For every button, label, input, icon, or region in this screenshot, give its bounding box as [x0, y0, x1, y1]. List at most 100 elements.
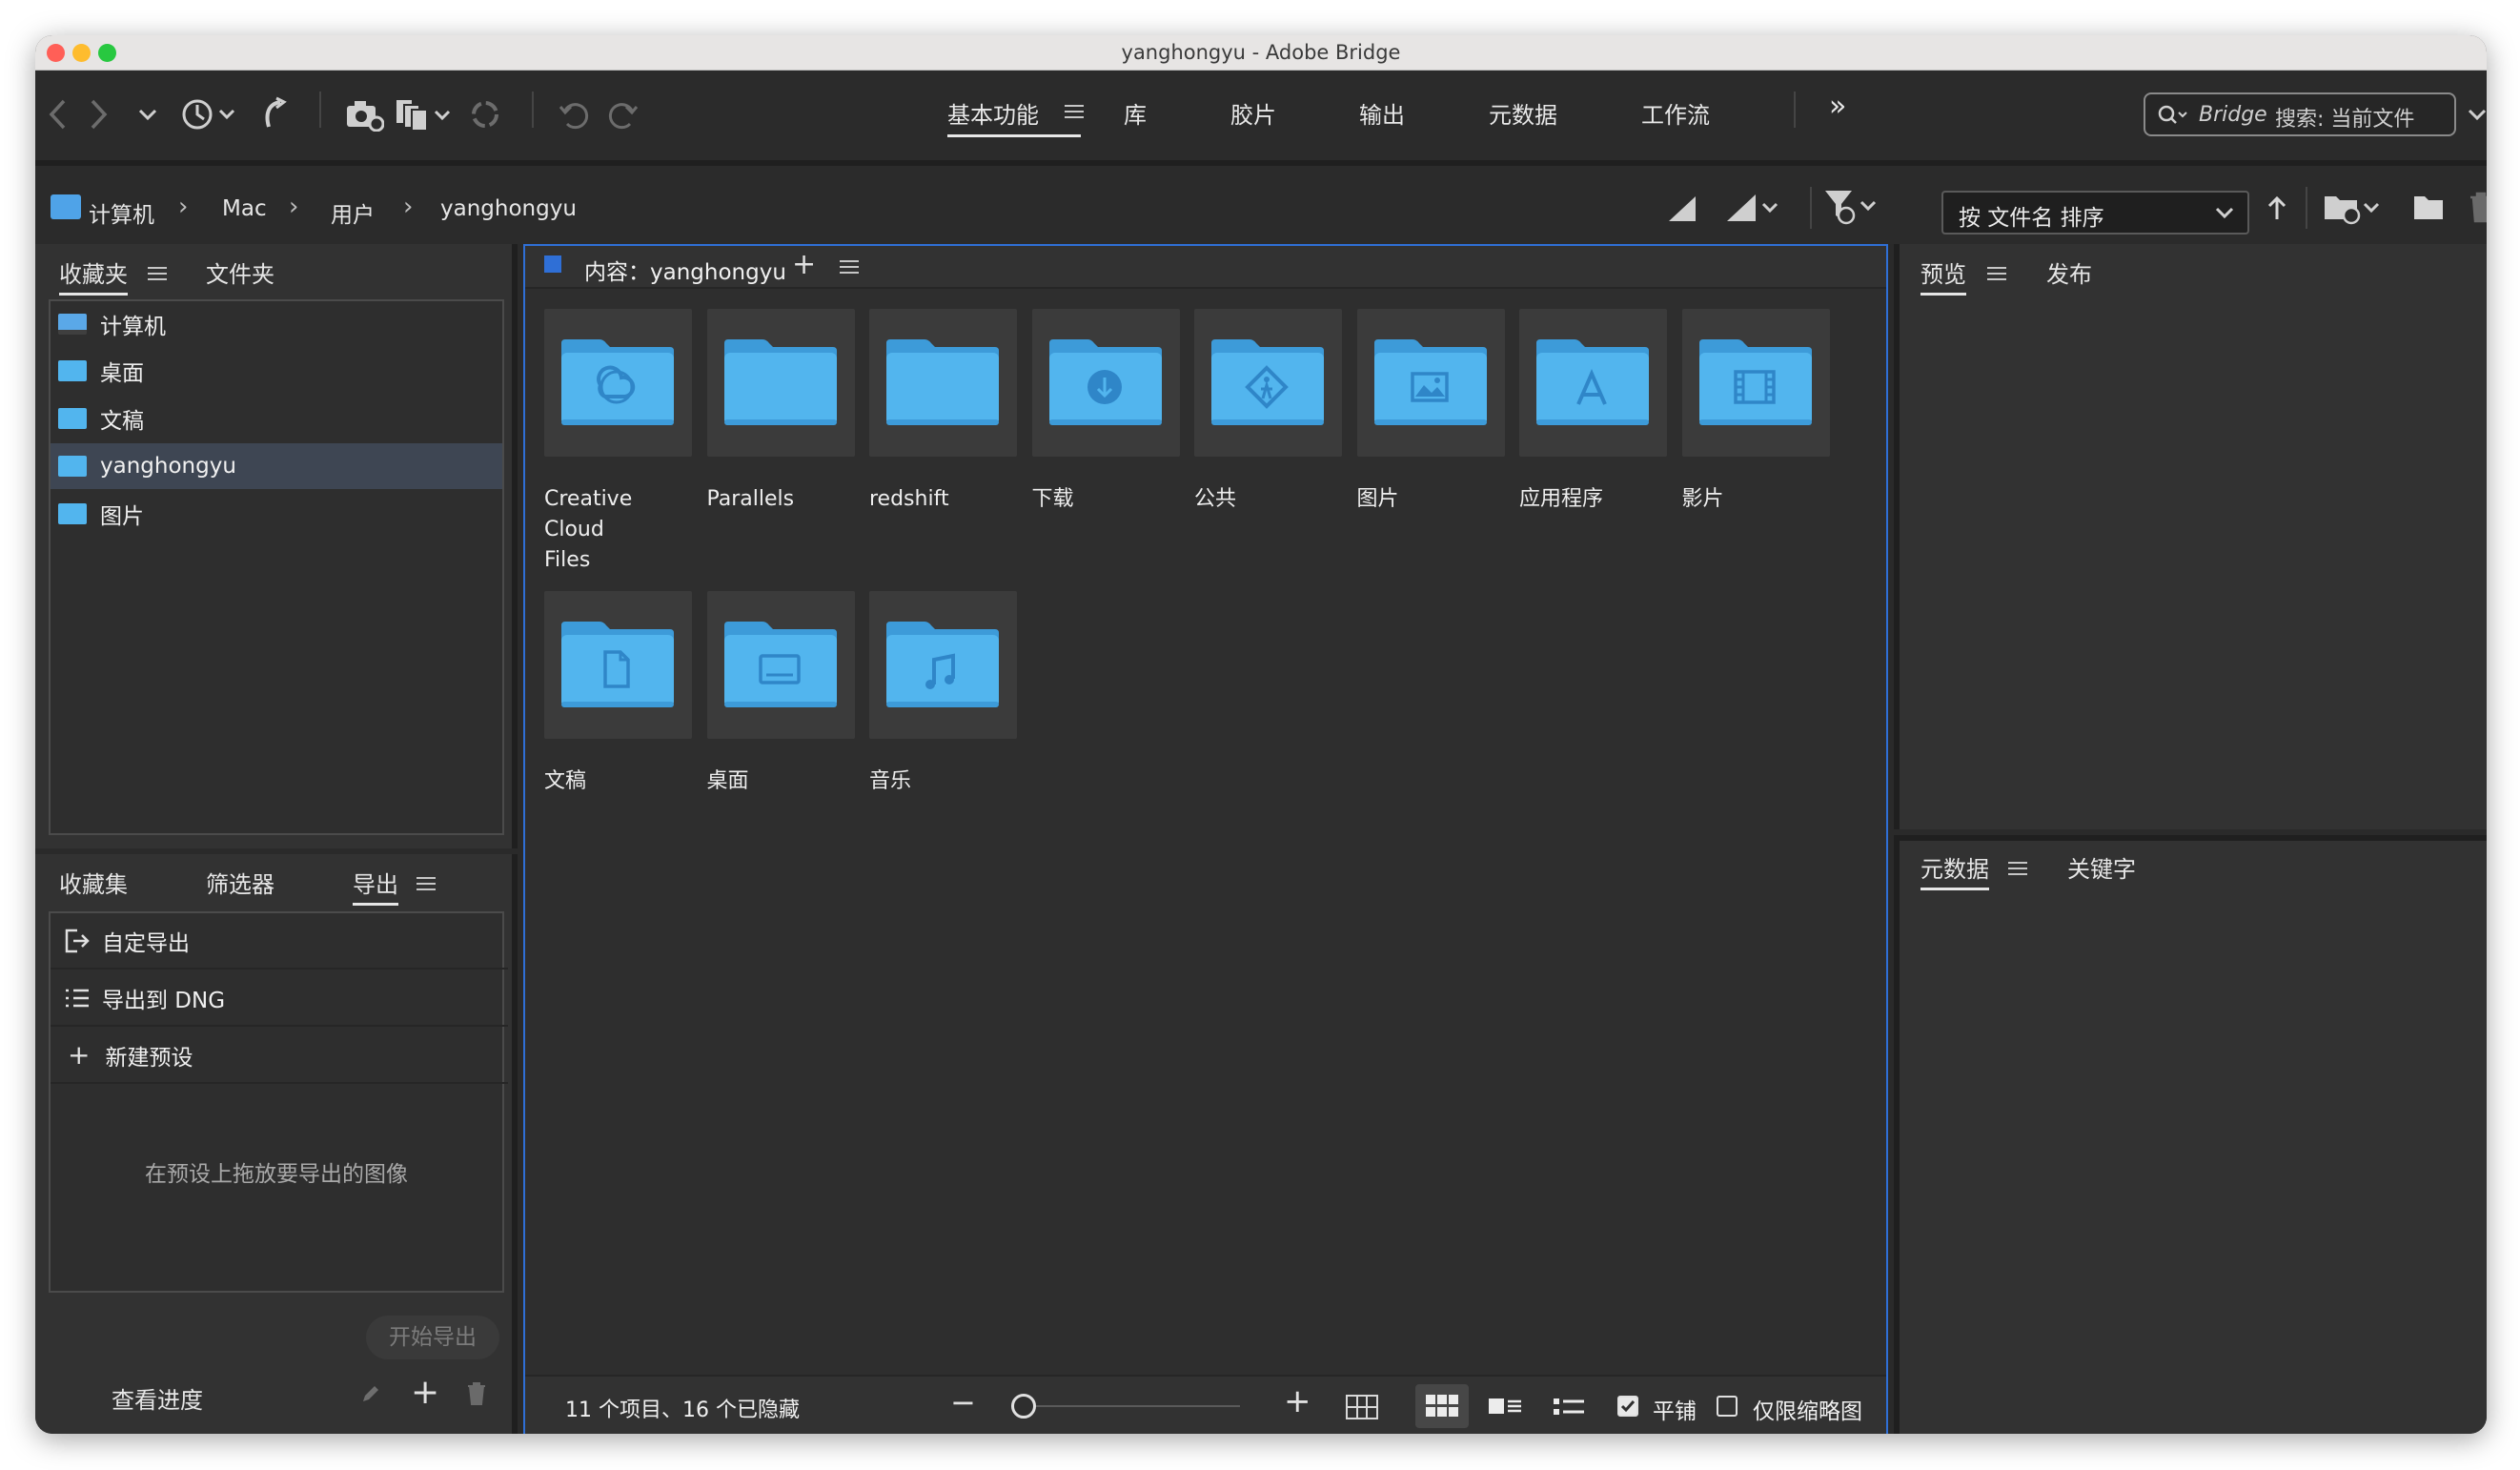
add-tab-plus-icon[interactable]: +	[792, 248, 816, 281]
tab-export[interactable]: 导出	[353, 866, 398, 906]
tab-publish[interactable]: 发布	[2046, 255, 2092, 289]
export-icon	[65, 929, 90, 952]
open-recent-folder-icon[interactable]	[2323, 191, 2386, 225]
sort-by-rating-icon[interactable]	[1725, 193, 1784, 223]
thumbnail-size-slider[interactable]	[1011, 1405, 1240, 1407]
search-placeholder-scope: 搜索: 当前文件	[2275, 108, 2415, 132]
quality-icon[interactable]	[1667, 194, 1699, 223]
rotate-right-icon[interactable]	[603, 92, 641, 137]
thumbnail-size-slider-knob[interactable]	[1011, 1394, 1036, 1419]
workspace-menu-icon[interactable]	[1065, 105, 1084, 118]
downloads-folder-icon	[1048, 339, 1162, 425]
breadcrumb-chevron-icon: ›	[178, 193, 189, 221]
tab-keywords[interactable]: 关键字	[2067, 850, 2136, 884]
folder-tile-label: 文稿	[544, 766, 697, 797]
sort-dropdown[interactable]: 按 文件名 排序	[1941, 191, 2249, 235]
folder-name-line: 应用程序	[1519, 487, 1604, 511]
recent-files-icon[interactable]	[178, 92, 237, 137]
more-workspaces-button[interactable]: »	[1829, 90, 1846, 123]
bridge-search-field[interactable]: Bridge 搜索: 当前文件	[2144, 92, 2456, 136]
export-item-label: 自定导出	[102, 930, 190, 956]
favorite-item-documents[interactable]: 文稿	[51, 396, 508, 441]
breadcrumb-mac[interactable]: Mac	[222, 196, 267, 221]
delete-trash-icon[interactable]	[2468, 191, 2487, 223]
zoom-out-minus-icon[interactable]: −	[950, 1384, 976, 1420]
zoom-in-plus-icon[interactable]: +	[1284, 1382, 1311, 1420]
export-item-new-preset[interactable]: + 新建预设	[51, 1028, 508, 1084]
tab-collections[interactable]: 收藏集	[59, 866, 128, 899]
breadcrumb-current-folder[interactable]: yanghongyu	[440, 196, 577, 221]
checkmark-icon	[1620, 1400, 1636, 1413]
thumbnails-only-checkbox[interactable]	[1717, 1396, 1738, 1417]
metadata-panel: 元数据 关键字	[1894, 835, 2487, 1434]
folder-tile[interactable]	[1519, 309, 1667, 457]
workspace-tab-essentials[interactable]: 基本功能	[947, 96, 1039, 130]
folder-tile[interactable]	[706, 309, 855, 457]
workspace-tab-metadata[interactable]: 元数据	[1489, 96, 1557, 130]
folder-name-line: redshift	[869, 487, 949, 511]
folder-tile[interactable]	[706, 591, 855, 739]
folder-tile[interactable]	[1031, 309, 1180, 457]
folder-tile[interactable]	[544, 591, 692, 739]
toolbar-divider	[532, 92, 534, 128]
panel-menu-icon[interactable]	[1987, 267, 2006, 280]
folder-tile[interactable]	[1356, 309, 1505, 457]
breadcrumb-computer[interactable]: 计算机	[89, 196, 154, 229]
export-item-dng[interactable]: 导出到 DNG	[51, 970, 508, 1027]
folder-tile[interactable]	[544, 309, 692, 457]
forward-icon[interactable]	[85, 92, 113, 137]
favorite-item-computer[interactable]: 计算机	[51, 301, 508, 347]
content-panel: 内容：yanghongyu + Creative Cloud Files Paral…	[523, 244, 1888, 1434]
view-progress-link[interactable]: 查看进度	[112, 1381, 203, 1415]
refine-icon[interactable]	[394, 92, 453, 137]
favorite-label: 计算机	[100, 315, 166, 339]
favorite-item-pictures[interactable]: 图片	[51, 491, 508, 537]
sort-ascending-icon[interactable]	[2266, 194, 2287, 221]
workspace-tab-output[interactable]: 输出	[1359, 96, 1405, 130]
tab-favorites[interactable]: 收藏夹	[59, 255, 128, 296]
rotate-sync-icon[interactable]	[466, 92, 504, 137]
list-view-icon[interactable]	[1553, 1396, 1585, 1419]
folder-tile[interactable]	[1681, 309, 1830, 457]
export-item-custom[interactable]: 自定导出	[51, 913, 508, 970]
return-to-app-icon[interactable]	[257, 92, 290, 137]
folder-tile[interactable]	[869, 309, 1017, 457]
start-export-button[interactable]: 开始导出	[366, 1316, 499, 1359]
delete-preset-trash-icon[interactable]	[466, 1381, 487, 1406]
chevron-down-icon[interactable]	[135, 92, 160, 137]
folder-tile[interactable]	[1194, 309, 1342, 457]
favorite-item-desktop[interactable]: 桌面	[51, 348, 508, 394]
panel-menu-icon[interactable]	[417, 877, 436, 890]
filter-items-icon[interactable]	[1823, 187, 1882, 227]
add-preset-plus-icon[interactable]: +	[411, 1373, 439, 1412]
tab-folders[interactable]: 文件夹	[206, 255, 274, 289]
workspace-tab-libraries[interactable]: 库	[1124, 96, 1147, 130]
workspace-tab-workflow[interactable]: 工作流	[1641, 96, 1710, 130]
view-thumbnails-button[interactable]	[1415, 1384, 1469, 1428]
tab-filter[interactable]: 筛选器	[206, 866, 274, 899]
pictures-folder-icon	[1373, 339, 1487, 425]
details-view-icon[interactable]	[1488, 1396, 1522, 1419]
panel-menu-icon[interactable]	[148, 267, 167, 280]
workspace-tab-filmstrip[interactable]: 胶片	[1230, 96, 1276, 130]
folder-tile[interactable]	[869, 591, 1017, 739]
get-photos-from-camera-icon[interactable]	[343, 92, 385, 137]
search-options-chevron-icon[interactable]	[2466, 92, 2487, 137]
new-folder-icon[interactable]	[2412, 193, 2445, 221]
rotate-left-icon[interactable]	[556, 92, 594, 137]
toolbar-divider	[1794, 92, 1796, 128]
grid-lock-icon[interactable]	[1345, 1394, 1379, 1420]
panel-menu-icon[interactable]	[2008, 862, 2027, 875]
edit-pencil-icon[interactable]	[359, 1382, 382, 1405]
path-bar: 计算机 › Mac › 用户 › yanghongyu 按 文件名 排序	[35, 160, 2487, 244]
panel-menu-icon[interactable]	[840, 260, 859, 274]
tab-preview[interactable]: 预览	[1920, 255, 1966, 296]
back-icon[interactable]	[43, 92, 71, 137]
tile-checkbox[interactable]	[1617, 1396, 1638, 1417]
favorite-item-home-selected[interactable]: yanghongyu	[51, 443, 502, 489]
sort-label: 按 文件名 排序	[1959, 206, 2104, 231]
toolbar-divider	[319, 92, 321, 128]
breadcrumb-users[interactable]: 用户	[331, 196, 375, 229]
main-toolbar: 基本功能 库 胶片 输出 元数据 工作流 » Bridge 搜索: 当前文件	[35, 71, 2487, 160]
tab-metadata[interactable]: 元数据	[1920, 850, 1989, 890]
